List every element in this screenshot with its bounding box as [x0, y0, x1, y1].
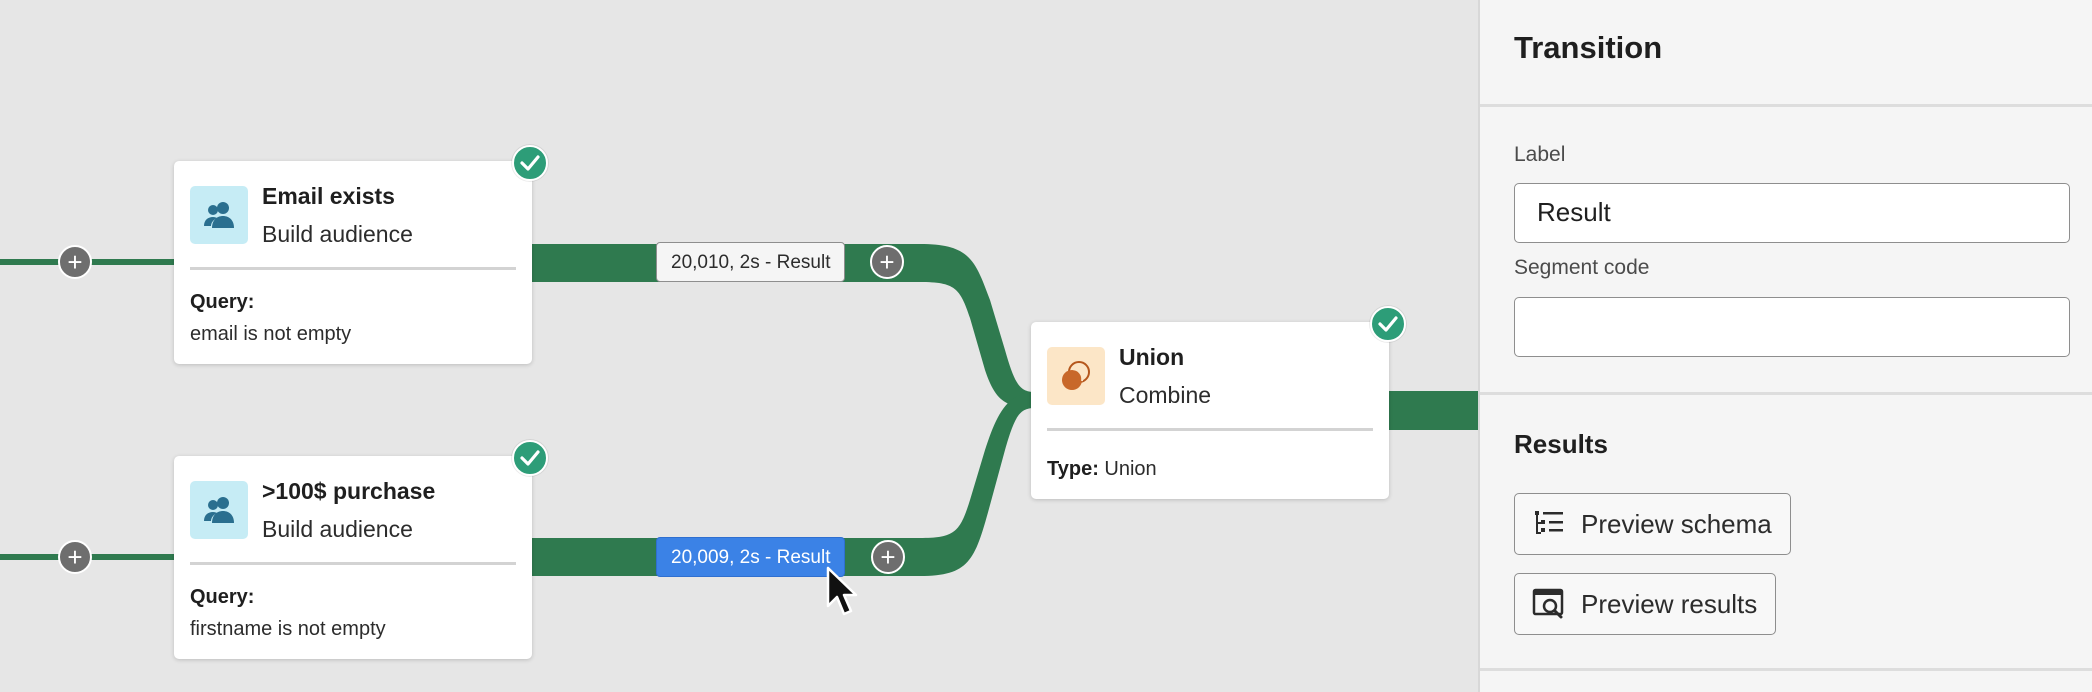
segment-code-label: Segment code [1514, 256, 1650, 279]
node-divider [190, 267, 516, 270]
node-divider [1047, 428, 1373, 431]
panel-divider [1480, 392, 2092, 395]
preview-search-icon [1531, 586, 1567, 622]
type-label: Type: [1047, 458, 1099, 480]
panel-divider [1480, 668, 2092, 671]
label-input[interactable]: Result [1514, 183, 2070, 243]
type-value: Union [1104, 458, 1157, 480]
success-check-icon [512, 440, 548, 476]
node-email-exists[interactable]: Email exists Build audience Query: email… [174, 161, 532, 364]
mouse-cursor-icon [826, 566, 858, 616]
audience-icon [190, 481, 248, 539]
node-subtitle: Combine [1119, 382, 1212, 408]
segment-code-input[interactable] [1514, 297, 2070, 357]
preview-results-button[interactable]: Preview results [1514, 573, 1777, 635]
add-activity-button[interactable]: + [871, 540, 905, 574]
success-check-icon [1370, 306, 1406, 342]
node-divider [190, 562, 516, 565]
query-value: email is not empty [190, 323, 352, 345]
preview-schema-label: Preview schema [1581, 508, 1772, 539]
panel-divider [1480, 104, 2092, 107]
audience-icon [190, 186, 248, 244]
node-title: >100$ purchase [262, 478, 436, 504]
outgoing-link [1388, 391, 1478, 430]
list-icon [1531, 506, 1567, 542]
success-check-icon [512, 145, 548, 181]
node-subtitle: Build audience [262, 516, 413, 542]
label-field-label: Label [1514, 143, 1566, 166]
transition-label-bottom[interactable]: 20,009, 2s - Result [656, 537, 846, 577]
results-heading: Results [1514, 429, 1608, 459]
type-line: Type: Union [1047, 458, 1157, 481]
node-purchase[interactable]: >100$ purchase Build audience Query: fir… [174, 456, 532, 659]
node-title: Email exists [262, 183, 395, 209]
transition-properties-panel: Transition Label Result Segment code Res… [1478, 0, 2092, 692]
preview-schema-button[interactable]: Preview schema [1514, 493, 1791, 555]
query-label: Query: [190, 291, 255, 313]
node-subtitle: Build audience [262, 221, 413, 247]
add-activity-button[interactable]: + [58, 245, 92, 279]
node-union[interactable]: Union Combine Type: Union [1031, 322, 1389, 499]
query-label: Query: [190, 586, 255, 608]
query-value: firstname is not empty [190, 618, 386, 640]
transition-label-top[interactable]: 20,010, 2s - Result [656, 242, 846, 282]
workflow-canvas[interactable]: + + Email exists Build audience Query: e… [0, 0, 1478, 692]
panel-title: Transition [1514, 30, 1663, 65]
union-icon [1047, 347, 1105, 405]
add-activity-button[interactable]: + [870, 245, 904, 279]
preview-results-label: Preview results [1581, 588, 1758, 619]
add-activity-button[interactable]: + [58, 540, 92, 574]
node-title: Union [1119, 344, 1185, 370]
